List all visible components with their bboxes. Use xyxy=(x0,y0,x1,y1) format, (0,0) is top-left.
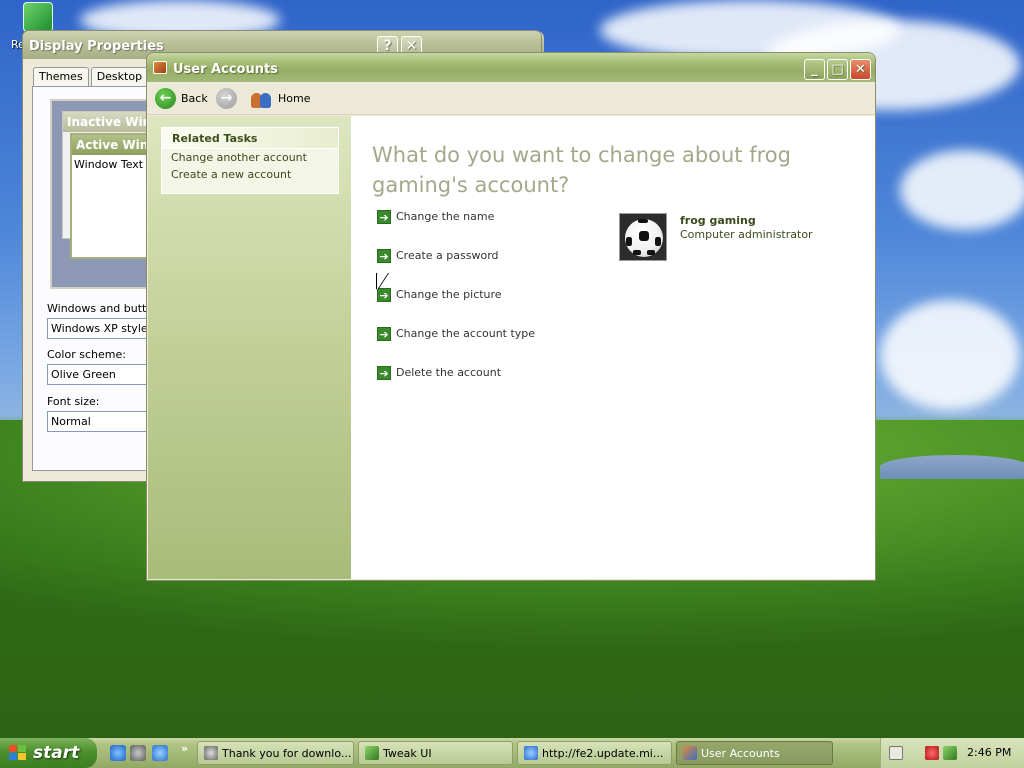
windows-flag-icon xyxy=(9,745,27,761)
internet-explorer-icon[interactable] xyxy=(110,745,126,761)
recycle-bin-icon xyxy=(23,2,53,32)
mouse-cursor-icon xyxy=(377,273,388,290)
user-accounts-window: User Accounts _ □ ✕ ← Back → Home Relate… xyxy=(146,52,876,581)
maximize-button[interactable]: □ xyxy=(827,59,848,80)
taskbar-button-label: User Accounts xyxy=(701,747,780,760)
grass-foreground xyxy=(0,560,1024,740)
raccoon-app-icon xyxy=(204,746,218,760)
start-label: start xyxy=(33,743,80,763)
raccoon-app-icon[interactable] xyxy=(130,745,146,761)
page-title: What do you want to change about frog ga… xyxy=(372,143,791,197)
start-button[interactable]: start xyxy=(0,738,97,768)
forward-button[interactable]: → xyxy=(216,88,238,110)
font-size-label: Font size: xyxy=(47,395,100,408)
taskbar: start » Thank you for downlo... Tweak UI… xyxy=(0,738,1024,768)
window-title: Display Properties xyxy=(29,39,164,54)
action-change-name[interactable]: ➔ Change the name xyxy=(377,209,494,225)
green-arrow-icon: ➔ xyxy=(377,327,391,341)
taskbar-button-active[interactable]: User Accounts xyxy=(676,741,833,765)
user-accounts-titlebar[interactable]: User Accounts _ □ ✕ xyxy=(147,53,875,82)
taskbar-button[interactable]: http://fe2.update.mi... xyxy=(517,741,672,765)
action-label: Change the account type xyxy=(396,327,536,340)
action-change-picture[interactable]: ➔ Change the picture xyxy=(377,287,502,303)
green-arrow-icon: ➔ xyxy=(377,366,391,380)
color-scheme-select[interactable]: Olive Green xyxy=(47,364,157,385)
related-tasks-header: Related Tasks xyxy=(162,128,338,149)
action-delete-account[interactable]: ➔ Delete the account xyxy=(377,365,501,381)
clock[interactable]: 2:46 PM xyxy=(967,746,1011,759)
account-name: frog gaming xyxy=(680,214,756,227)
green-arrow-icon: ➔ xyxy=(377,210,391,224)
desktop-icon-recycle-bin[interactable]: Re xyxy=(8,2,68,51)
tweak-ui-icon xyxy=(365,746,379,760)
home-button[interactable]: Home xyxy=(251,88,311,110)
green-arrow-icon: ➔ xyxy=(377,249,391,263)
related-task-link[interactable]: Create a new account xyxy=(162,166,338,183)
user-accounts-app-icon xyxy=(153,61,167,74)
action-label: Change the name xyxy=(396,210,495,223)
back-arrow-icon: ← xyxy=(155,88,176,109)
home-label: Home xyxy=(278,92,311,105)
action-label: Delete the account xyxy=(396,366,502,379)
navigation-toolbar: ← Back → Home xyxy=(147,82,875,115)
window-title: User Accounts xyxy=(173,62,278,77)
action-label: Create a password xyxy=(396,249,499,262)
users-home-icon xyxy=(251,89,273,109)
cloud xyxy=(900,150,1024,230)
distant-mountain xyxy=(880,455,1024,479)
taskbar-button-label: Thank you for downlo... xyxy=(222,747,352,760)
cloud xyxy=(880,300,1020,410)
quick-launch-chevron-icon[interactable]: » xyxy=(181,742,188,755)
task-pane: Related Tasks Change another account Cre… xyxy=(148,116,351,579)
green-arrow-icon: ➔ xyxy=(377,288,391,302)
soccer-ball-icon xyxy=(625,219,663,257)
related-tasks-box: Related Tasks Change another account Cre… xyxy=(161,127,339,194)
keyboard-icon[interactable] xyxy=(889,746,903,760)
internet-explorer-icon xyxy=(524,746,538,760)
windows-buttons-select[interactable]: Windows XP style xyxy=(47,318,157,339)
related-task-link[interactable]: Change another account xyxy=(162,149,338,166)
action-change-account-type[interactable]: ➔ Change the account type xyxy=(377,326,535,342)
action-create-password[interactable]: ➔ Create a password xyxy=(377,248,499,264)
back-label: Back xyxy=(181,92,208,105)
tab-desktop[interactable]: Desktop xyxy=(90,67,149,86)
account-type: Computer administrator xyxy=(680,228,813,241)
system-tray: 2:46 PM xyxy=(880,738,1024,768)
back-button[interactable]: ← Back xyxy=(155,88,208,110)
action-label: Change the picture xyxy=(396,288,502,301)
user-accounts-app-icon xyxy=(683,746,697,760)
forward-arrow-icon: → xyxy=(216,88,237,109)
font-size-select[interactable]: Normal xyxy=(47,411,157,432)
taskbar-button[interactable]: Thank you for downlo... xyxy=(197,741,354,765)
color-scheme-label: Color scheme: xyxy=(47,348,126,361)
main-content: What do you want to change about frog ga… xyxy=(351,116,875,579)
taskbar-button[interactable]: Tweak UI xyxy=(358,741,513,765)
taskbar-button-label: http://fe2.update.mi... xyxy=(542,747,664,760)
account-picture xyxy=(619,213,667,261)
close-button[interactable]: ✕ xyxy=(850,59,871,80)
security-shield-icon[interactable] xyxy=(925,746,939,760)
taskbar-button-label: Tweak UI xyxy=(383,747,432,760)
browser-icon[interactable] xyxy=(152,745,168,761)
network-icon[interactable] xyxy=(943,746,957,760)
tab-themes[interactable]: Themes xyxy=(33,67,89,86)
minimize-button[interactable]: _ xyxy=(804,59,825,80)
